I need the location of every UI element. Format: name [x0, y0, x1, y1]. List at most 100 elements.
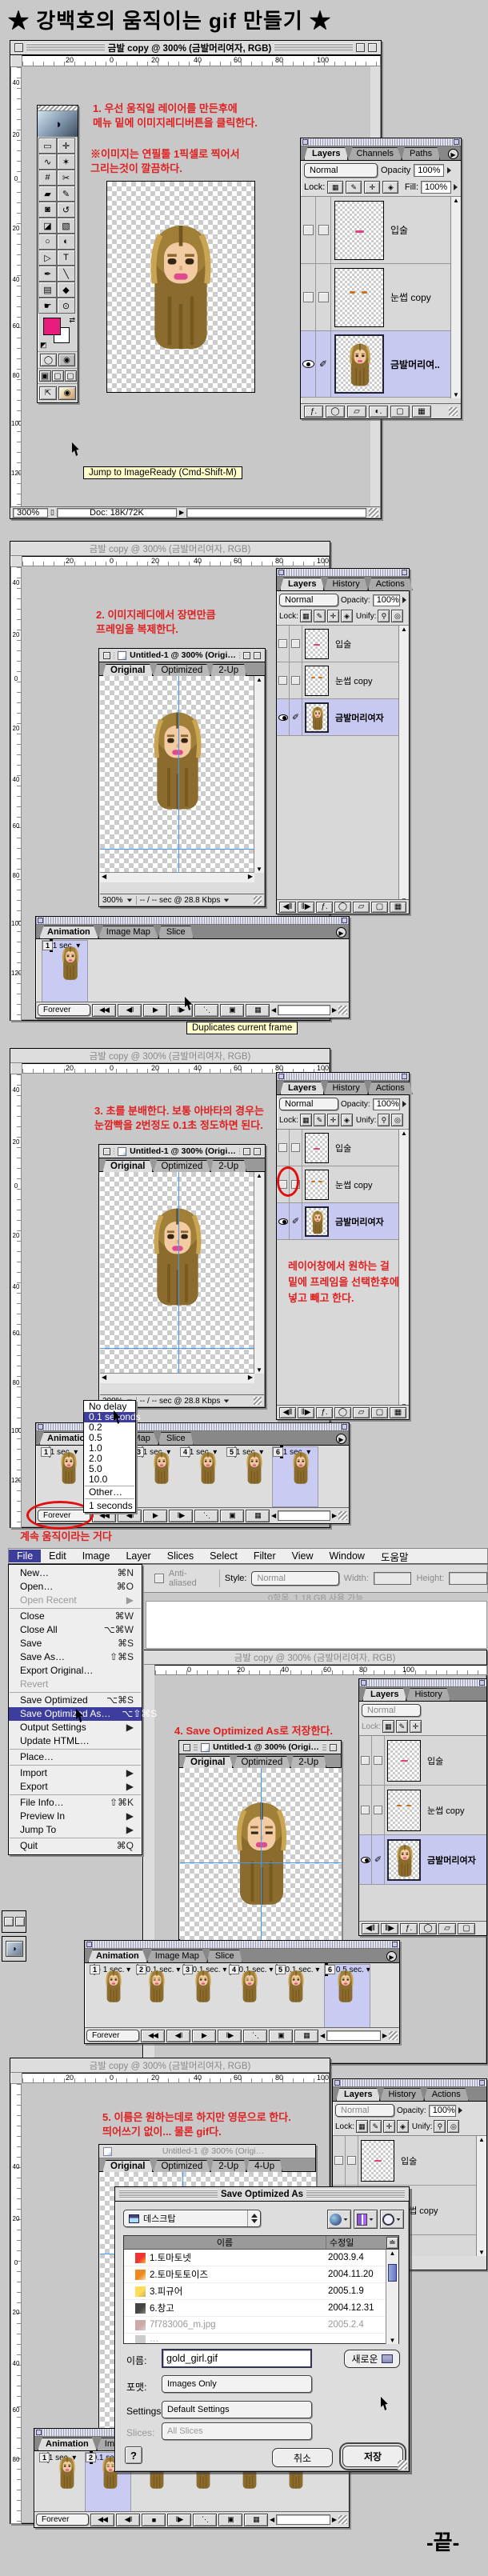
- layer-style-button[interactable]: ƒ.: [304, 406, 323, 418]
- lock-all-icon[interactable]: ◈: [382, 181, 398, 194]
- menu-item-jump-to[interactable]: Jump To▶: [9, 1823, 142, 1837]
- status-arrow-icon[interactable]: ▶: [179, 509, 184, 516]
- frame-1[interactable]: 11 sec. ▾: [39, 2453, 84, 2512]
- foreground-color-swatch[interactable]: [43, 318, 61, 335]
- play-button[interactable]: ▶: [143, 1004, 167, 1017]
- frame-6[interactable]: 6∞ 0.5 sec. ▾: [325, 1965, 370, 2027]
- menu-help[interactable]: 도움말: [373, 1548, 417, 1565]
- zoom-box-icon[interactable]: [368, 43, 377, 52]
- menu-item-open[interactable]: Open…⌘O: [9, 1580, 142, 1594]
- jump-to-photoshop-button[interactable]: ◑: [6, 1941, 23, 1957]
- file-row[interactable]: 2.토마토토이즈2004.11.20: [124, 2266, 386, 2283]
- frame-4[interactable]: 41 sec. ▾: [180, 1447, 225, 1506]
- frame-5[interactable]: 5∞ 0.1 sec. ▾: [275, 1965, 320, 2027]
- layer-row-brow[interactable]: 눈썹 copy: [301, 264, 450, 331]
- jump-to-imageready-button[interactable]: ◉: [58, 386, 76, 400]
- height-field[interactable]: [449, 1572, 487, 1585]
- eye-icon[interactable]: [302, 360, 314, 368]
- new-layer-button[interactable]: ▢: [390, 406, 410, 418]
- doc-rate[interactable]: -- / -- sec @ 28.8 Kbps: [140, 896, 221, 905]
- layer-mask-button[interactable]: ◯: [326, 406, 345, 418]
- close-box-icon[interactable]: [14, 43, 23, 52]
- tab-2up[interactable]: 2-Up: [210, 664, 246, 677]
- type-tool-icon[interactable]: T: [57, 250, 75, 266]
- marquee-tool-icon[interactable]: ▭: [38, 138, 57, 154]
- h-scrollbar[interactable]: ◀▶: [100, 872, 254, 882]
- zoom-level[interactable]: 300%: [13, 508, 48, 518]
- lock-all-icon[interactable]: ◈: [341, 610, 353, 622]
- blend-mode-select[interactable]: Normal: [304, 163, 378, 178]
- help-button[interactable]: ?: [125, 2446, 142, 2464]
- link-checkbox[interactable]: [318, 225, 329, 235]
- tab-original[interactable]: Original: [102, 664, 153, 677]
- location-select[interactable]: 데스크탑: [123, 2210, 261, 2227]
- layer-set-button[interactable]: ▱: [347, 406, 366, 418]
- menu-select[interactable]: Select: [202, 1550, 246, 1562]
- unify-position-icon[interactable]: ⚲: [378, 610, 390, 622]
- toolbox-logo[interactable]: ◑: [38, 111, 78, 137]
- layer-mask-button[interactable]: ◯: [334, 902, 351, 913]
- frame-2[interactable]: 2∞ 0.1 sec. ▾: [136, 1965, 181, 2027]
- layer-row-girl[interactable]: ✐ 금발머리여..: [301, 331, 450, 398]
- layer-row-lips[interactable]: 입술: [277, 626, 399, 662]
- fill-field[interactable]: 100%: [421, 181, 451, 194]
- layer-set-button[interactable]: ▱: [353, 902, 370, 913]
- stop-button[interactable]: ■: [142, 2514, 166, 2526]
- file-row[interactable]: 7f783006_m.jpg2005.2.4: [124, 2317, 386, 2334]
- menu-item-save-as[interactable]: Save As…⇧⌘S: [9, 1650, 142, 1664]
- hand-tool-icon[interactable]: ☛: [38, 298, 57, 314]
- canvas[interactable]: [100, 1172, 254, 1374]
- menu-item-place[interactable]: Place…: [9, 1750, 142, 1764]
- layer-row-girl[interactable]: ✐ 금발머리여자: [277, 1203, 399, 1240]
- layer-style-button[interactable]: ƒ.: [316, 902, 333, 913]
- canvas[interactable]: [106, 181, 255, 393]
- screen-mode-3-button[interactable]: ▢: [65, 370, 77, 382]
- canvas[interactable]: [180, 1768, 342, 1940]
- window-titlebar[interactable]: 금발 copy @ 300% (금발머리여자, RGB): [10, 41, 381, 55]
- style-select[interactable]: Normal: [251, 1571, 338, 1586]
- menu-image[interactable]: Image: [74, 1550, 118, 1562]
- tab-channels[interactable]: Channels: [348, 147, 401, 160]
- history-brush-tool-icon[interactable]: ↺: [57, 202, 75, 218]
- menu-layer[interactable]: Layer: [118, 1550, 158, 1562]
- shortcuts-button[interactable]: [327, 2210, 351, 2229]
- file-row[interactable]: 6.창고2004.12.31: [124, 2300, 386, 2317]
- menu-item-new[interactable]: New…⌘N: [9, 1566, 142, 1580]
- standard-mode-button[interactable]: ◯: [40, 354, 57, 366]
- canvas[interactable]: [100, 676, 254, 873]
- file-row[interactable]: 3.피규어2005.1.9: [124, 2283, 386, 2300]
- width-field[interactable]: [374, 1572, 412, 1585]
- eraser-tool-icon[interactable]: ◪: [38, 218, 57, 234]
- new-layer-button[interactable]: ▢: [371, 902, 388, 913]
- healing-tool-icon[interactable]: ▰: [38, 186, 57, 202]
- new-folder-button[interactable]: 새로운: [344, 2350, 400, 2368]
- tab-history[interactable]: History: [324, 578, 367, 590]
- save-button[interactable]: 저장: [342, 2446, 403, 2467]
- dodge-tool-icon[interactable]: ◐: [57, 234, 75, 250]
- menu-window[interactable]: Window: [321, 1550, 372, 1562]
- move-tool-icon[interactable]: ✛: [57, 138, 75, 154]
- tab-actions[interactable]: Actions: [368, 578, 413, 590]
- tab-animation[interactable]: Animation: [39, 926, 98, 938]
- edit-in-photoshop-button[interactable]: ⇱: [39, 386, 57, 400]
- close-box-icon[interactable]: [103, 652, 110, 659]
- frame-4[interactable]: 4∞ 0.1 sec. ▾: [229, 1965, 274, 2027]
- cancel-button[interactable]: 취소: [272, 2448, 333, 2467]
- swap-colors-icon[interactable]: ⇄: [69, 316, 75, 325]
- duplicate-frame-button[interactable]: ▣: [220, 1004, 244, 1017]
- menu-item-export[interactable]: Export▶: [9, 1780, 142, 1794]
- menu-item-save[interactable]: Save⌘S: [9, 1637, 142, 1650]
- eye-icon[interactable]: [278, 714, 288, 721]
- opacity-field[interactable]: 100%: [414, 164, 444, 177]
- tab-paths[interactable]: Paths: [402, 147, 440, 160]
- menu-item-close-all[interactable]: Close All⌥⌘W: [9, 1623, 142, 1637]
- lock-position-icon[interactable]: ✛: [327, 610, 339, 622]
- loop-select[interactable]: Forever: [86, 2030, 139, 2042]
- zoom-tool-icon[interactable]: ⊙: [57, 298, 75, 314]
- lasso-tool-icon[interactable]: ∿: [38, 154, 57, 170]
- menu-item-output-settings[interactable]: Output Settings▶: [9, 1721, 142, 1734]
- line-tool-icon[interactable]: ╲: [57, 266, 75, 282]
- menu-edit[interactable]: Edit: [41, 1550, 74, 1562]
- brush-tool-icon[interactable]: ✎: [57, 186, 75, 202]
- lock-pixels-icon[interactable]: ✎: [346, 181, 362, 194]
